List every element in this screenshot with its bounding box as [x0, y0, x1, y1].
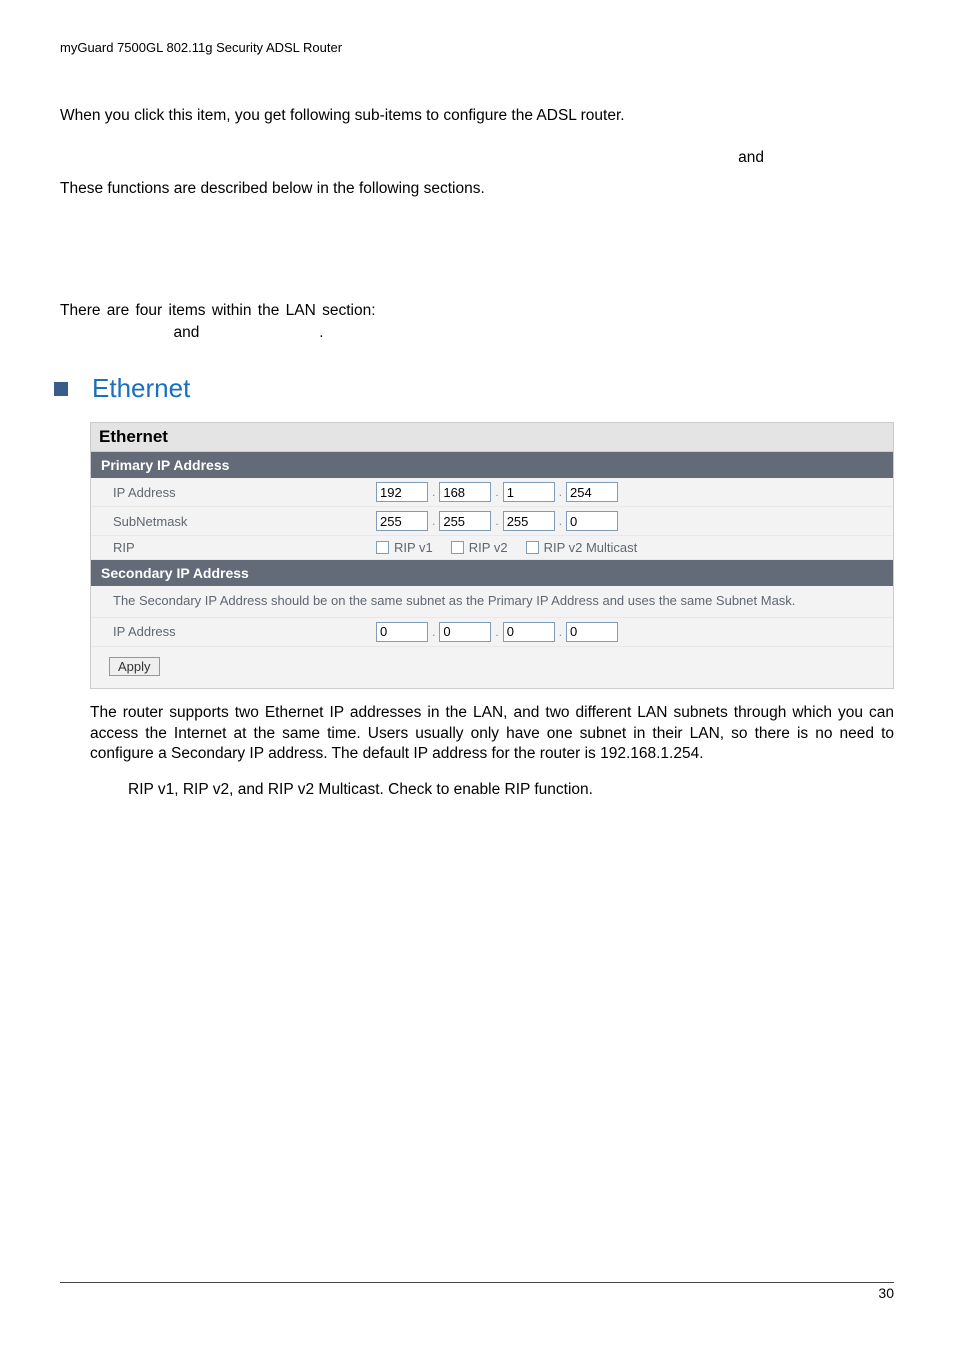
- and-text: and: [60, 147, 894, 169]
- dot-icon: .: [559, 485, 562, 499]
- rip-v1-label: RIP v1: [394, 540, 433, 555]
- ip2-octet-4[interactable]: [566, 622, 618, 642]
- dot-icon: .: [432, 625, 435, 639]
- ip-octet-3[interactable]: [503, 482, 555, 502]
- primary-ip-header: Primary IP Address: [91, 452, 893, 478]
- description-paragraph: The router supports two Ethernet IP addr…: [90, 703, 894, 766]
- mask-octet-2[interactable]: [439, 511, 491, 531]
- lan-intro-prefix: There are four items within the LAN sect…: [60, 302, 376, 319]
- subnet-label: SubNetmask: [101, 514, 376, 529]
- dot-icon: .: [495, 485, 498, 499]
- rip-v2-multicast-label: RIP v2 Multicast: [544, 540, 638, 555]
- dot-icon: .: [495, 625, 498, 639]
- ethernet-panel: Ethernet Primary IP Address IP Address .…: [90, 422, 894, 688]
- subnet-row: SubNetmask . . .: [91, 507, 893, 536]
- ip-octet-1[interactable]: [376, 482, 428, 502]
- dot-icon: .: [559, 514, 562, 528]
- secondary-ip-header: Secondary IP Address: [91, 560, 893, 586]
- mask-octet-1[interactable]: [376, 511, 428, 531]
- lan-intro-dot: .: [319, 324, 323, 341]
- rip-v2-multicast-checkbox[interactable]: [526, 541, 539, 554]
- dot-icon: .: [559, 625, 562, 639]
- ip-octet-4[interactable]: [566, 482, 618, 502]
- intro-paragraph-2: These functions are described below in t…: [60, 178, 894, 200]
- page-number: 30: [878, 1285, 894, 1301]
- lan-intro-and: and: [174, 324, 200, 341]
- secondary-ip-label: IP Address: [101, 624, 376, 639]
- apply-button[interactable]: Apply: [109, 657, 160, 676]
- dot-icon: .: [432, 514, 435, 528]
- bullet-square-icon: [54, 382, 68, 396]
- ip-address-row: IP Address . . .: [91, 478, 893, 507]
- mask-octet-4[interactable]: [566, 511, 618, 531]
- intro-paragraph-1: When you click this item, you get follow…: [60, 105, 894, 127]
- dot-icon: .: [495, 514, 498, 528]
- rip-label: RIP: [101, 540, 376, 555]
- ip2-octet-3[interactable]: [503, 622, 555, 642]
- rip-v2-label: RIP v2: [469, 540, 508, 555]
- rip-v2-checkbox[interactable]: [451, 541, 464, 554]
- page-footer: 30: [60, 1282, 894, 1301]
- secondary-ip-row: IP Address . . .: [91, 618, 893, 647]
- ip-address-label: IP Address: [101, 485, 376, 500]
- secondary-ip-note: The Secondary IP Address should be on th…: [91, 586, 893, 617]
- ip-octet-2[interactable]: [439, 482, 491, 502]
- rip-description: RIP v1, RIP v2, and RIP v2 Multicast. Ch…: [90, 781, 894, 799]
- section-heading-text: Ethernet: [92, 373, 190, 404]
- rip-v1-checkbox[interactable]: [376, 541, 389, 554]
- ip2-octet-1[interactable]: [376, 622, 428, 642]
- section-heading-row: Ethernet: [54, 373, 894, 404]
- dot-icon: .: [432, 485, 435, 499]
- doc-header: myGuard 7500GL 802.11g Security ADSL Rou…: [60, 40, 894, 55]
- panel-title: Ethernet: [91, 423, 893, 452]
- lan-intro: There are four items within the LAN sect…: [60, 300, 894, 343]
- apply-row: Apply: [91, 647, 893, 688]
- mask-octet-3[interactable]: [503, 511, 555, 531]
- rip-row: RIP RIP v1 RIP v2 RIP v2 Multicast: [91, 536, 893, 560]
- ip2-octet-2[interactable]: [439, 622, 491, 642]
